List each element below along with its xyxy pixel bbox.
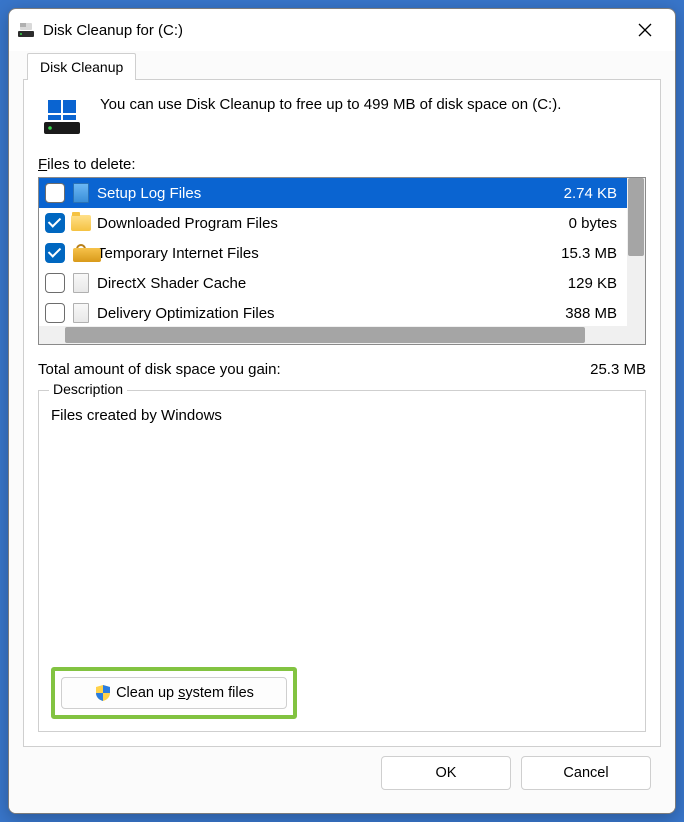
intro-text: You can use Disk Cleanup to free up to 4… [100, 92, 561, 116]
close-button[interactable] [623, 15, 667, 45]
file-size: 388 MB [565, 305, 617, 322]
file-size: 129 KB [568, 275, 617, 292]
file-icon [71, 273, 91, 293]
file-list: Setup Log Files 2.74 KB Downloaded Progr… [38, 177, 646, 345]
file-list-rows: Setup Log Files 2.74 KB Downloaded Progr… [39, 178, 627, 326]
description-text: Files created by Windows [51, 407, 633, 659]
list-item[interactable]: Setup Log Files 2.74 KB [39, 178, 627, 208]
tab-panel: You can use Disk Cleanup to free up to 4… [23, 79, 661, 747]
total-row: Total amount of disk space you gain: 25.… [38, 361, 646, 378]
horizontal-scrollbar[interactable] [39, 326, 645, 344]
lock-icon [71, 243, 91, 263]
cancel-button[interactable]: Cancel [521, 756, 651, 790]
checkbox[interactable] [45, 213, 65, 233]
list-item[interactable]: DirectX Shader Cache 129 KB [39, 268, 627, 298]
files-to-delete-label: Files to delete: [38, 156, 646, 173]
disk-cleanup-window: Disk Cleanup for (C:) Disk Cleanup [8, 8, 676, 814]
intro-row: You can use Disk Cleanup to free up to 4… [38, 92, 646, 140]
file-name: Delivery Optimization Files [97, 305, 565, 322]
shield-icon [94, 684, 112, 702]
vertical-scrollbar[interactable] [627, 178, 645, 326]
list-item[interactable]: Downloaded Program Files 0 bytes [39, 208, 627, 238]
list-item[interactable]: Temporary Internet Files 15.3 MB [39, 238, 627, 268]
tab-disk-cleanup[interactable]: Disk Cleanup [27, 53, 136, 80]
highlight-annotation: Clean up system files [51, 667, 297, 719]
file-icon [71, 303, 91, 323]
tab-strip: Disk Cleanup [27, 51, 661, 79]
total-label: Total amount of disk space you gain: [38, 361, 590, 378]
disk-cleanup-icon [17, 21, 35, 39]
window-title: Disk Cleanup for (C:) [43, 22, 623, 39]
scrollbar-thumb[interactable] [628, 178, 644, 256]
list-item[interactable]: Delivery Optimization Files 388 MB [39, 298, 627, 326]
file-size: 0 bytes [569, 215, 617, 232]
description-group: Description Files created by Windows Cle… [38, 390, 646, 732]
dialog-footer: OK Cancel [23, 747, 661, 799]
folder-icon [71, 213, 91, 233]
scrollbar-thumb[interactable] [65, 327, 585, 343]
button-label: Clean up system files [116, 685, 254, 701]
file-icon [71, 183, 91, 203]
dialog-body: Disk Cleanup You can use Disk Cleanup to… [9, 51, 675, 813]
file-size: 15.3 MB [561, 245, 617, 262]
clean-up-system-files-button[interactable]: Clean up system files [61, 677, 287, 709]
checkbox[interactable] [45, 183, 65, 203]
checkbox[interactable] [45, 303, 65, 323]
checkbox[interactable] [45, 243, 65, 263]
titlebar: Disk Cleanup for (C:) [9, 9, 675, 51]
checkbox[interactable] [45, 273, 65, 293]
ok-button[interactable]: OK [381, 756, 511, 790]
total-value: 25.3 MB [590, 361, 646, 378]
file-name: DirectX Shader Cache [97, 275, 568, 292]
file-size: 2.74 KB [564, 185, 617, 202]
file-name: Temporary Internet Files [97, 245, 561, 262]
file-name: Downloaded Program Files [97, 215, 569, 232]
drive-icon [40, 96, 84, 140]
file-name: Setup Log Files [97, 185, 564, 202]
description-legend: Description [49, 381, 127, 397]
